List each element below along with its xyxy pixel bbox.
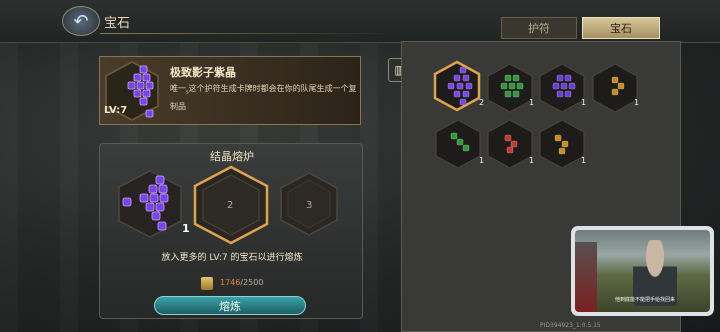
desc-rest: 这个护符生成卡牌时都会在你的队尾生成一个复制品 <box>170 84 357 111</box>
gem-detail-card: LV:7 极致影子紫晶 唯一s这个护符生成卡牌时都会在你的队尾生成一个复制品 <box>99 56 361 125</box>
tab-gem[interactable]: 宝石 <box>582 17 660 39</box>
video-overlay[interactable]: 他到底能不能把手给找回来 <box>571 226 714 316</box>
gem-cell <box>459 98 467 106</box>
gem-cell <box>456 82 464 90</box>
gem-description: 唯一s这个护符生成卡牌时都会在你的队尾生成一个复制品 <box>170 82 358 114</box>
smelt-button[interactable]: 熔炼 <box>154 296 306 315</box>
gem-cell <box>554 134 562 142</box>
furnace-slot-1-count: 1 <box>182 222 190 235</box>
gem-cell <box>504 90 512 98</box>
gem-cell <box>500 82 508 90</box>
gem-cell <box>456 138 464 146</box>
gem-cell <box>558 147 566 155</box>
gem-cell <box>465 82 473 90</box>
gem-cell <box>508 82 516 90</box>
gem-inventory-item[interactable] <box>486 62 534 114</box>
gem-name: 极致影子紫晶 <box>170 66 236 79</box>
furnace-title: 结晶熔炉 <box>210 150 254 163</box>
gem-level: LV:7 <box>104 105 128 116</box>
cost-need: /2500 <box>240 278 264 287</box>
gem-cell <box>512 74 520 82</box>
gem-cell <box>462 74 470 82</box>
tab-charm[interactable]: 护符 <box>501 17 577 39</box>
gem-cell <box>459 66 467 74</box>
gem-cell <box>453 90 461 98</box>
gem-cell <box>556 74 564 82</box>
gem-inventory-count: 1 <box>581 156 587 165</box>
gem-cell <box>462 90 470 98</box>
back-arrow-icon: ↶ <box>73 10 89 32</box>
gem-cell <box>462 144 470 152</box>
video-subtitle: 他到底能不能把手给找回来 <box>614 297 675 303</box>
gem-inventory-count: 1 <box>479 156 485 165</box>
gem-inventory-count: 1 <box>581 98 587 107</box>
title-divider <box>100 33 400 34</box>
gem-cell <box>561 140 569 148</box>
video-frame: 他到底能不能把手给找回来 <box>575 230 710 312</box>
gem-cell <box>510 140 518 148</box>
gem-cell <box>504 74 512 82</box>
gem-cell <box>556 90 564 98</box>
gem-cell <box>552 82 560 90</box>
gem-inventory-count: 1 <box>529 156 535 165</box>
furnace-instruction: 放入更多的 LV:7 的宝石以进行熔炼 <box>161 253 303 263</box>
gem-cell <box>617 82 625 90</box>
desc-prefix: 唯一 <box>170 84 186 93</box>
gem-cell <box>453 74 461 82</box>
gem-cell <box>506 146 514 154</box>
gem-cell <box>516 82 524 90</box>
gem-cell <box>447 82 455 90</box>
gem-cell <box>504 134 512 142</box>
gem-cell <box>564 90 572 98</box>
furnace-slot-1[interactable] <box>116 168 184 240</box>
video-person-left <box>575 242 597 312</box>
gem-cell <box>611 88 619 96</box>
gem-inventory-item[interactable] <box>538 118 586 170</box>
gem-cell <box>560 82 568 90</box>
gem-inventory-item[interactable] <box>433 60 481 112</box>
top-bar: ↶ 宝石 护符 宝石 <box>0 0 720 43</box>
furnace-slot-2-number: 2 <box>227 200 234 211</box>
gem-inventory-item[interactable] <box>538 62 586 114</box>
gem-cell <box>512 90 520 98</box>
crystal-furnace-panel: 结晶熔炉 1 2 3 放入更多的 LV:7 的宝石以进行熔炼 1746/2500… <box>99 143 363 319</box>
gem-inventory-item[interactable] <box>486 118 534 170</box>
gem-cell <box>568 82 576 90</box>
back-button[interactable]: ↶ <box>62 6 100 36</box>
page-title: 宝石 <box>104 16 131 31</box>
gem-inventory-count: 1 <box>529 98 535 107</box>
gem-inventory-count: 2 <box>479 98 485 107</box>
gem-inventory-item[interactable] <box>591 62 639 114</box>
cost-have: 1746 <box>220 278 241 287</box>
smelt-cost: 1746/2500 <box>220 278 263 287</box>
gem-cell <box>564 74 572 82</box>
gem-cell <box>450 132 458 140</box>
version-label: PID394923_1.0.5.15 <box>540 322 601 329</box>
material-scroll-icon <box>201 277 213 290</box>
gem-cell <box>611 76 619 84</box>
gem-inventory-item[interactable] <box>434 118 482 170</box>
furnace-slot-3-number: 3 <box>306 200 313 211</box>
gem-inventory-count: 1 <box>634 98 640 107</box>
